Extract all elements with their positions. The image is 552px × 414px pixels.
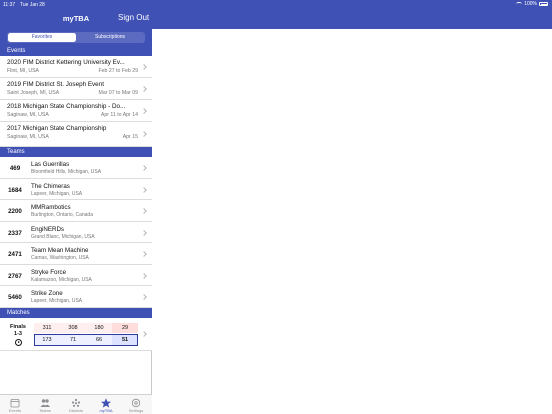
tab-label: Districts: [68, 408, 84, 413]
star-icon: [101, 398, 111, 408]
event-location: Saginaw, MI, USA: [7, 134, 49, 140]
calendar-icon: [10, 399, 20, 408]
chevron-right-icon: [141, 108, 147, 114]
event-title: 2018 Michigan State Championship - Do...: [7, 103, 126, 110]
chevron-right-icon: [141, 86, 147, 92]
event-title: 2019 FIM District St. Joseph Event: [7, 81, 104, 88]
winning-alliance-outline: [34, 334, 138, 346]
event-dates: Feb 27 to Feb 29: [98, 68, 138, 74]
section-header-teams: Teams: [0, 147, 152, 157]
tab-bar: Events Teams Districts myTBA Settings: [0, 394, 152, 414]
team-number: 2200: [8, 208, 22, 215]
team-name: Team Mean Machine: [31, 247, 89, 254]
segment-favorites[interactable]: Favorites: [8, 33, 76, 42]
segment-bar: Favorites Subscriptions: [0, 29, 152, 46]
master-pane: Favorites Subscriptions Events 2020 FIM …: [0, 29, 152, 414]
event-location: Saint Joseph, MI, USA: [7, 90, 60, 96]
people-icon: [40, 399, 50, 407]
team-name: Stryke Force: [31, 268, 67, 276]
status-time: 11:37: [3, 2, 16, 8]
tab-events[interactable]: Events: [0, 395, 30, 414]
team-name: The Chimeras: [31, 182, 70, 190]
sign-out-button[interactable]: Sign Out: [118, 13, 149, 22]
team-number: 2337: [8, 229, 22, 237]
team-name: Las Guerrillas: [31, 161, 70, 168]
section-header-events: Events: [0, 46, 152, 56]
event-dates: Apr 15: [122, 134, 138, 140]
team-name: MMRambotics: [31, 204, 71, 211]
team-location: Bloomfield Hills, Michigan, USA: [31, 169, 102, 175]
event-dates: Apr 11 to Apr 14: [100, 112, 138, 118]
status-date: Tue Jan 28: [20, 2, 45, 8]
detail-pane: [152, 29, 552, 414]
tab-teams[interactable]: Teams: [30, 395, 60, 414]
battery-percent: 100%: [524, 1, 537, 7]
team-location: Lapeer, Michigan, USA: [31, 190, 83, 197]
team-row[interactable]: 2337 EngiNERDs Grand Blanc, Michigan, US…: [0, 221, 152, 243]
event-location: Saginaw, MI, USA: [7, 112, 49, 118]
match-sublabel: 1-3: [14, 331, 22, 337]
match-label: Finals: [10, 324, 26, 330]
tab-label: Settings: [128, 408, 144, 413]
team-location: Grand Blanc, Michigan, USA: [31, 233, 95, 240]
team-row[interactable]: 1684 The Chimeras Lapeer, Michigan, USA: [0, 178, 152, 200]
event-title: 2020 FIM District Kettering University E…: [7, 59, 125, 66]
event-row[interactable]: 2019 FIM District St. Joseph Event Saint…: [0, 78, 152, 100]
battery-icon: [539, 2, 548, 6]
tab-districts[interactable]: Districts: [61, 395, 91, 414]
status-indicators: 100%: [516, 1, 548, 7]
play-video-icon[interactable]: [15, 339, 22, 346]
team-row[interactable]: 5460 Strike Zone Lapeer, Michigan, USA: [0, 286, 152, 308]
tab-label: myTBA: [99, 408, 113, 413]
event-row[interactable]: 2017 Michigan State Championship Saginaw…: [0, 122, 152, 147]
tab-label: Events: [8, 408, 22, 413]
districts-icon: [71, 398, 81, 407]
event-location: Flint, MI, USA: [7, 68, 39, 74]
chevron-right-icon: [141, 131, 147, 137]
tab-settings[interactable]: Settings: [121, 395, 151, 414]
team-number: 5460: [8, 294, 22, 301]
section-header-matches: Matches: [0, 308, 152, 318]
event-title: 2017 Michigan State Championship: [7, 125, 107, 132]
event-row[interactable]: 2018 Michigan State Championship - Do...…: [0, 100, 152, 122]
red-team: 311: [34, 323, 60, 333]
chevron-right-icon: [141, 251, 147, 257]
team-row[interactable]: 2767 Stryke Force Kalamazoo, Michigan, U…: [0, 264, 152, 286]
team-number: 2471: [8, 251, 22, 258]
team-number: 1684: [8, 186, 22, 194]
navigation-bar: 11:37 Tue Jan 28 100% myTBA Sign Out: [0, 0, 552, 29]
team-row[interactable]: 2471 Team Mean Machine Camas, Washington…: [0, 243, 152, 265]
team-name: EngiNERDs: [31, 225, 65, 233]
team-location: Lapeer, Michigan, USA: [31, 298, 83, 304]
segment-subscriptions[interactable]: Subscriptions: [76, 33, 144, 42]
red-team: 180: [86, 323, 112, 333]
red-score: 29: [112, 323, 138, 333]
chevron-right-icon: [141, 331, 147, 337]
team-name: Strike Zone: [31, 290, 63, 297]
segmented-control: Favorites Subscriptions: [7, 32, 145, 43]
event-dates: Mar 07 to Mar 09: [98, 90, 139, 96]
team-number: 2767: [8, 272, 22, 280]
gear-icon: [131, 398, 141, 408]
team-location: Burlington, Ontario, Canada: [31, 212, 93, 218]
chevron-right-icon: [141, 208, 147, 214]
tab-mytba[interactable]: myTBA: [91, 395, 121, 414]
red-team: 308: [60, 323, 86, 333]
chevron-right-icon: [141, 294, 147, 300]
team-location: Kalamazoo, Michigan, USA: [31, 276, 92, 283]
chevron-right-icon: [141, 64, 147, 70]
team-number: 469: [9, 165, 21, 172]
wifi-icon: [516, 2, 523, 6]
tab-label: Teams: [39, 408, 51, 413]
chevron-right-icon: [141, 229, 147, 236]
team-row[interactable]: 469 Las Guerrillas Bloomfield Hills, Mic…: [0, 157, 152, 179]
team-row[interactable]: 2200 MMRambotics Burlington, Ontario, Ca…: [0, 200, 152, 222]
team-location: Camas, Washington, USA: [31, 255, 89, 261]
chevron-right-icon: [141, 272, 147, 279]
chevron-right-icon: [141, 186, 147, 193]
event-row[interactable]: 2020 FIM District Kettering University E…: [0, 56, 152, 78]
chevron-right-icon: [141, 165, 147, 171]
